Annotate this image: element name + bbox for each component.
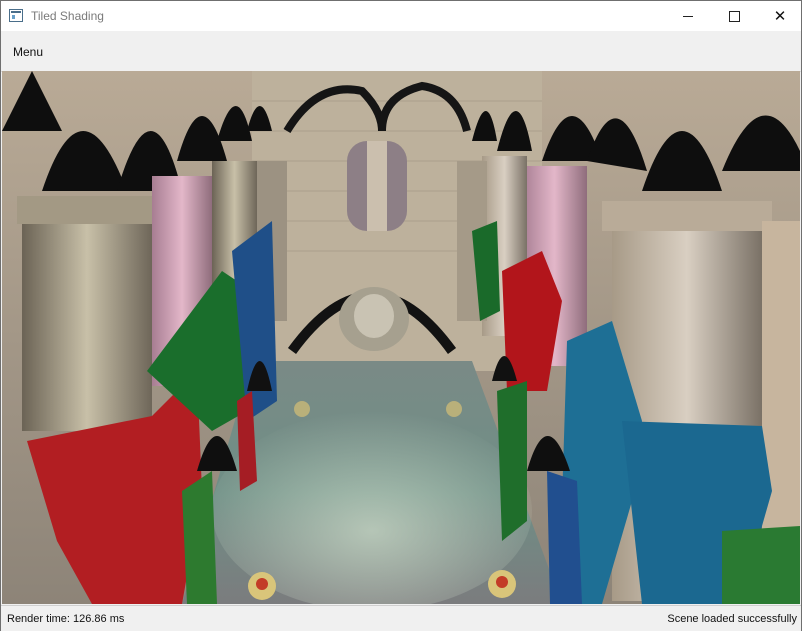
window-title: Tiled Shading bbox=[31, 9, 104, 23]
maximize-button[interactable] bbox=[711, 1, 757, 31]
minimize-icon bbox=[683, 15, 693, 17]
menu-bar: Menu bbox=[1, 32, 801, 72]
close-button[interactable]: ✕ bbox=[757, 1, 802, 31]
status-bar: Render time: 126.86 ms Scene loaded succ… bbox=[1, 605, 801, 631]
title-bar[interactable]: Tiled Shading ✕ bbox=[1, 1, 801, 31]
scene-status-label: Scene loaded successfully bbox=[667, 613, 797, 625]
menu-item-menu[interactable]: Menu bbox=[13, 45, 43, 59]
close-icon: ✕ bbox=[773, 7, 787, 25]
render-time-label: Render time: 126.86 ms bbox=[7, 613, 125, 625]
render-viewport[interactable] bbox=[2, 71, 800, 604]
app-window: Tiled Shading ✕ Menu Render time: 126.86… bbox=[0, 0, 802, 631]
maximize-icon bbox=[728, 10, 740, 22]
app-window-icon bbox=[9, 9, 23, 22]
minimize-button[interactable] bbox=[665, 1, 711, 31]
rendered-scene bbox=[2, 71, 800, 604]
